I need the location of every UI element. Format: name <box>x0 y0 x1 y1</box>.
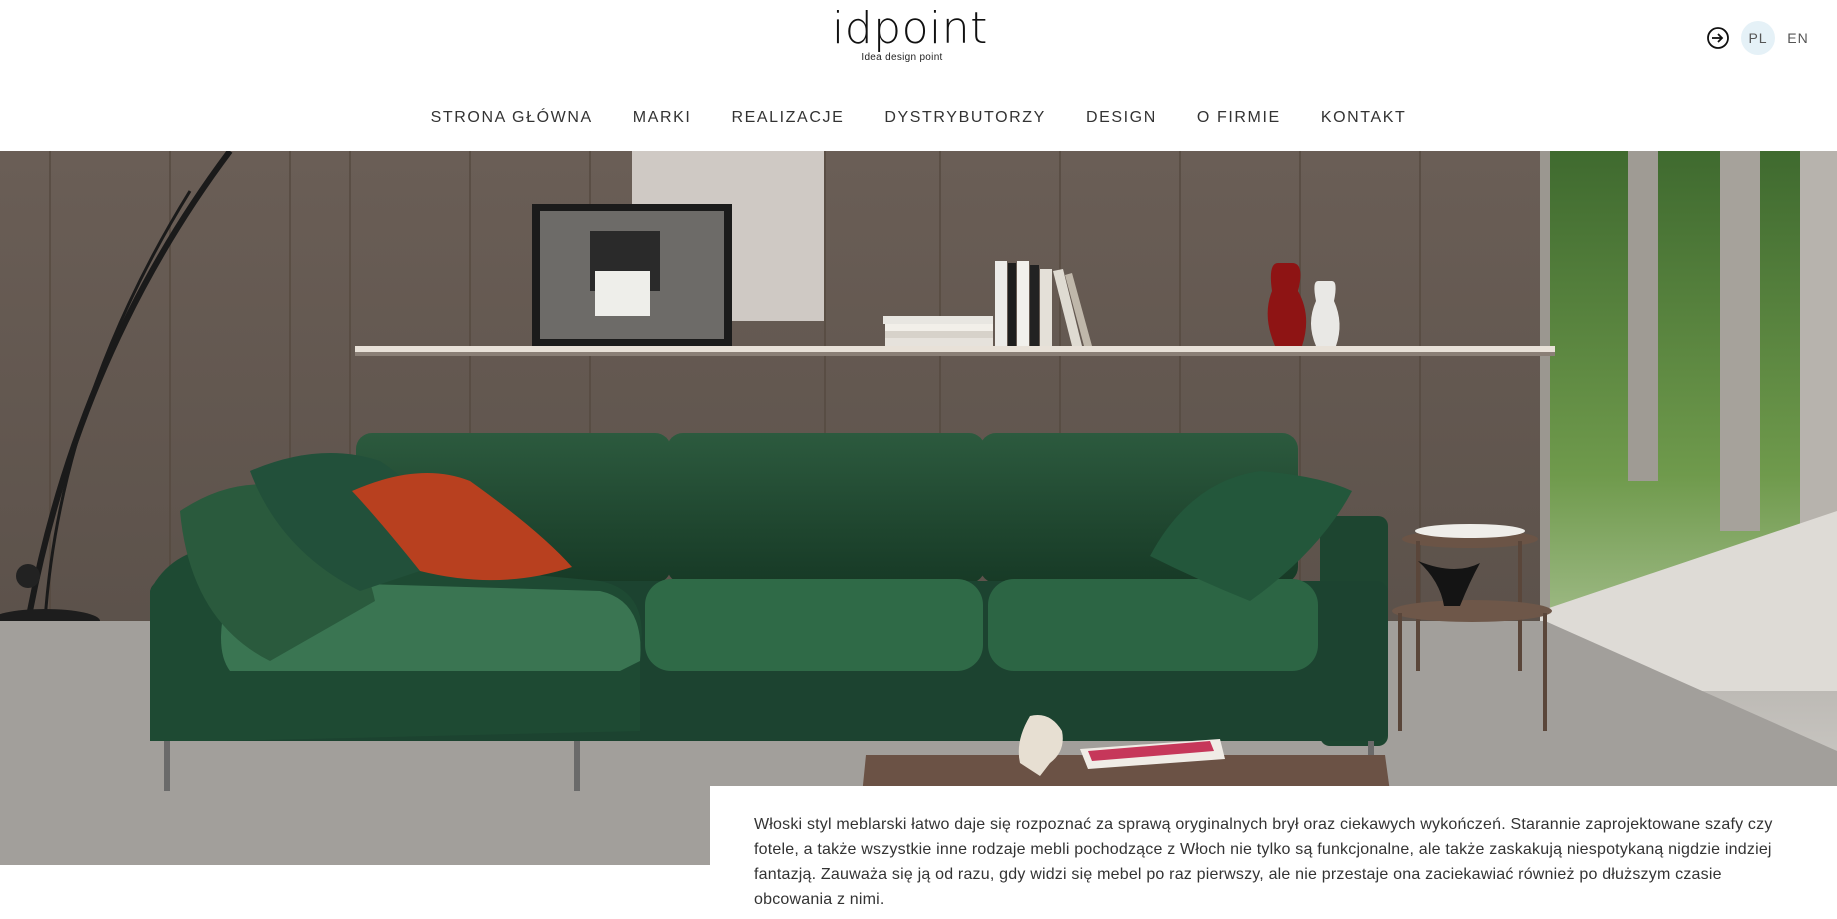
hero-image <box>0 151 1837 865</box>
logo[interactable]: idpoint Idea design point <box>832 3 988 64</box>
nav-item-design[interactable]: DESIGN <box>1066 105 1177 131</box>
logo-wordmark: idpoint <box>832 3 988 54</box>
nav-item-distributors[interactable]: DYSTRYBUTORZY <box>864 105 1066 131</box>
nav-item-home[interactable]: STRONA GŁÓWNA <box>411 105 613 131</box>
login-arrow-icon[interactable] <box>1705 25 1731 51</box>
main-nav: STRONA GŁÓWNA MARKI REALIZACJE DYSTRYBUT… <box>0 105 1837 131</box>
nav-item-projects[interactable]: REALIZACJE <box>711 105 864 131</box>
header-tools: PL EN <box>1705 20 1815 56</box>
language-pl-button[interactable]: PL <box>1741 21 1775 55</box>
nav-item-contact[interactable]: KONTAKT <box>1301 105 1427 131</box>
intro-paragraph: Włoski styl meblarski łatwo daje się roz… <box>754 816 1773 908</box>
language-en-button[interactable]: EN <box>1781 21 1815 55</box>
nav-item-about[interactable]: O FIRMIE <box>1177 105 1301 131</box>
intro-textbox: Włoski styl meblarski łatwo daje się roz… <box>710 786 1837 919</box>
site-header: idpoint Idea design point PL EN STRONA G… <box>0 0 1837 150</box>
nav-item-brands[interactable]: MARKI <box>613 105 712 131</box>
